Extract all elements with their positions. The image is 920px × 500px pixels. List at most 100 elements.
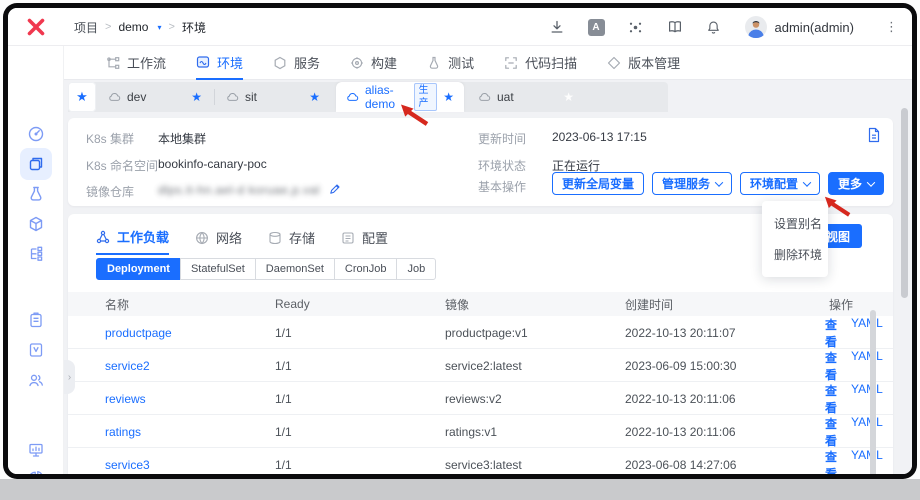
- kind-daemonset[interactable]: DaemonSet: [255, 258, 335, 280]
- yaml-link[interactable]: YAML: [851, 448, 883, 474]
- version-diamond-icon: [607, 56, 621, 70]
- workload-name-link[interactable]: reviews: [105, 392, 275, 406]
- view-link[interactable]: 查看: [825, 448, 837, 474]
- test-flask-icon[interactable]: [20, 178, 52, 210]
- view-link[interactable]: 查看: [825, 316, 837, 350]
- view-link[interactable]: 查看: [825, 349, 837, 383]
- favorite-star-icon[interactable]: ★: [563, 90, 574, 104]
- sidebar: [8, 46, 64, 474]
- chevron-down-icon[interactable]: ▾: [157, 23, 161, 32]
- sidebar-collapse-handle[interactable]: ›: [64, 360, 75, 394]
- report-pie-icon[interactable]: [20, 462, 52, 474]
- tab-network[interactable]: 网络: [195, 227, 242, 255]
- menu-item-set-alias[interactable]: 设置别名: [762, 208, 828, 239]
- language-icon[interactable]: A: [588, 19, 605, 36]
- notifications-bell-icon[interactable]: [706, 19, 722, 35]
- favorite-star-icon[interactable]: ★: [309, 90, 320, 104]
- manage-services-button[interactable]: 管理服务: [652, 172, 732, 195]
- cluster-icon[interactable]: [628, 19, 644, 35]
- tab-storage[interactable]: 存储: [268, 227, 315, 255]
- screenshot-stage: 项目 > demo ▾ > 环境 A: [0, 0, 920, 500]
- topbar-actions: A admin(admin): [549, 8, 898, 46]
- zadig-logo-icon[interactable]: [25, 16, 47, 38]
- user-menu[interactable]: admin(admin): [745, 16, 854, 38]
- workload-name-link[interactable]: productpage: [105, 326, 275, 340]
- build-icon: [350, 56, 364, 70]
- env-config-button[interactable]: 环境配置: [740, 172, 820, 195]
- view-link[interactable]: 查看: [825, 382, 837, 416]
- kind-deployment[interactable]: Deployment: [96, 258, 181, 280]
- favorite-star-icon[interactable]: ★: [443, 90, 454, 104]
- service-hexagon-icon: [273, 56, 287, 70]
- template-clipboard-icon[interactable]: [20, 304, 52, 336]
- divider: [214, 89, 215, 105]
- kebab-menu-icon[interactable]: ⋮: [885, 19, 898, 35]
- page-scrollbar[interactable]: [901, 108, 908, 298]
- image-value: ratings:v1: [445, 425, 625, 439]
- kind-statefulset[interactable]: StatefulSet: [180, 258, 256, 280]
- tab-workload[interactable]: 工作负载: [96, 227, 169, 255]
- tab-tests[interactable]: 测试: [427, 46, 474, 79]
- projects-icon[interactable]: [20, 148, 52, 180]
- menu-item-delete-env[interactable]: 删除环境: [762, 239, 828, 270]
- kind-job[interactable]: Job: [396, 258, 436, 280]
- view-link[interactable]: 查看: [825, 415, 837, 449]
- update-global-vars-button[interactable]: 更新全局变量: [552, 172, 644, 195]
- more-button[interactable]: 更多: [828, 172, 884, 195]
- avatar[interactable]: [745, 16, 767, 38]
- workload-nodes-icon: [96, 230, 110, 244]
- test-icon: [427, 56, 441, 70]
- operations-label: 基本操作: [478, 178, 526, 195]
- edit-pencil-icon[interactable]: [329, 183, 341, 195]
- kind-cronjob[interactable]: CronJob: [334, 258, 398, 280]
- yaml-link[interactable]: YAML: [851, 349, 883, 383]
- main-content: 工作流 环境 服务 构建: [64, 46, 912, 474]
- pipeline-tree-icon[interactable]: [20, 238, 52, 270]
- table-header: 名称 Ready 镜像 创建时间 操作: [68, 292, 893, 316]
- app-screen: 项目 > demo ▾ > 环境 A: [8, 8, 912, 474]
- col-image: 镜像: [445, 296, 625, 313]
- updated-label: 更新时间: [478, 130, 526, 147]
- breadcrumb-section[interactable]: 项目: [74, 19, 98, 36]
- tab-version-management[interactable]: 版本管理: [607, 46, 680, 79]
- table-scrollbar[interactable]: [870, 310, 876, 474]
- environment-info-card: K8s 集群 本地集群 K8s 命名空间 bookinfo-canary-poc…: [68, 118, 893, 206]
- tab-code-scan[interactable]: 代码扫描: [504, 46, 577, 79]
- chevron-down-icon: [715, 178, 723, 186]
- breadcrumb-page: 环境: [182, 19, 206, 36]
- cloud-icon: [226, 92, 239, 102]
- env-doc-icon[interactable]: [867, 127, 881, 143]
- workload-name-link[interactable]: service2: [105, 359, 275, 373]
- chevron-down-icon: [803, 178, 811, 186]
- tab-builds[interactable]: 构建: [350, 46, 397, 79]
- ready-value: 1/1: [275, 326, 445, 340]
- breadcrumb: 项目 > demo ▾ > 环境: [74, 8, 206, 46]
- breadcrumb-project[interactable]: demo: [118, 20, 148, 34]
- tab-config[interactable]: 配置: [341, 227, 388, 255]
- registry-value: dlps.it-hn.ael-d koruae,p.val: [158, 183, 341, 197]
- yaml-link[interactable]: YAML: [851, 415, 883, 449]
- project-nav: 工作流 环境 服务 构建: [64, 46, 912, 80]
- workload-name-link[interactable]: service3: [105, 458, 275, 472]
- yaml-link[interactable]: YAML: [851, 382, 883, 416]
- env-tab-dev[interactable]: dev ★: [98, 82, 212, 112]
- breadcrumb-separator: >: [105, 21, 111, 33]
- created-value: 2022-10-13 20:11:06: [625, 392, 825, 406]
- env-tab-uat[interactable]: uat ★: [468, 82, 584, 112]
- workflow-icon: [106, 56, 120, 70]
- users-icon[interactable]: [20, 364, 52, 396]
- docs-icon[interactable]: [667, 19, 683, 35]
- tab-services[interactable]: 服务: [273, 46, 320, 79]
- yaml-link[interactable]: YAML: [851, 316, 883, 350]
- download-icon[interactable]: [549, 19, 565, 35]
- favorites-star-toggle[interactable]: ★: [68, 82, 96, 112]
- env-tab-sit[interactable]: sit ★: [216, 82, 330, 112]
- dashboard-icon[interactable]: [20, 118, 52, 150]
- tab-workflows[interactable]: 工作流: [106, 46, 166, 79]
- favorite-star-icon[interactable]: ★: [191, 90, 202, 104]
- tab-environments[interactable]: 环境: [196, 46, 243, 80]
- delivery-package-icon[interactable]: [20, 208, 52, 240]
- credential-book-icon[interactable]: [20, 334, 52, 366]
- cluster-value: 本地集群: [158, 130, 206, 147]
- workload-name-link[interactable]: ratings: [105, 425, 275, 439]
